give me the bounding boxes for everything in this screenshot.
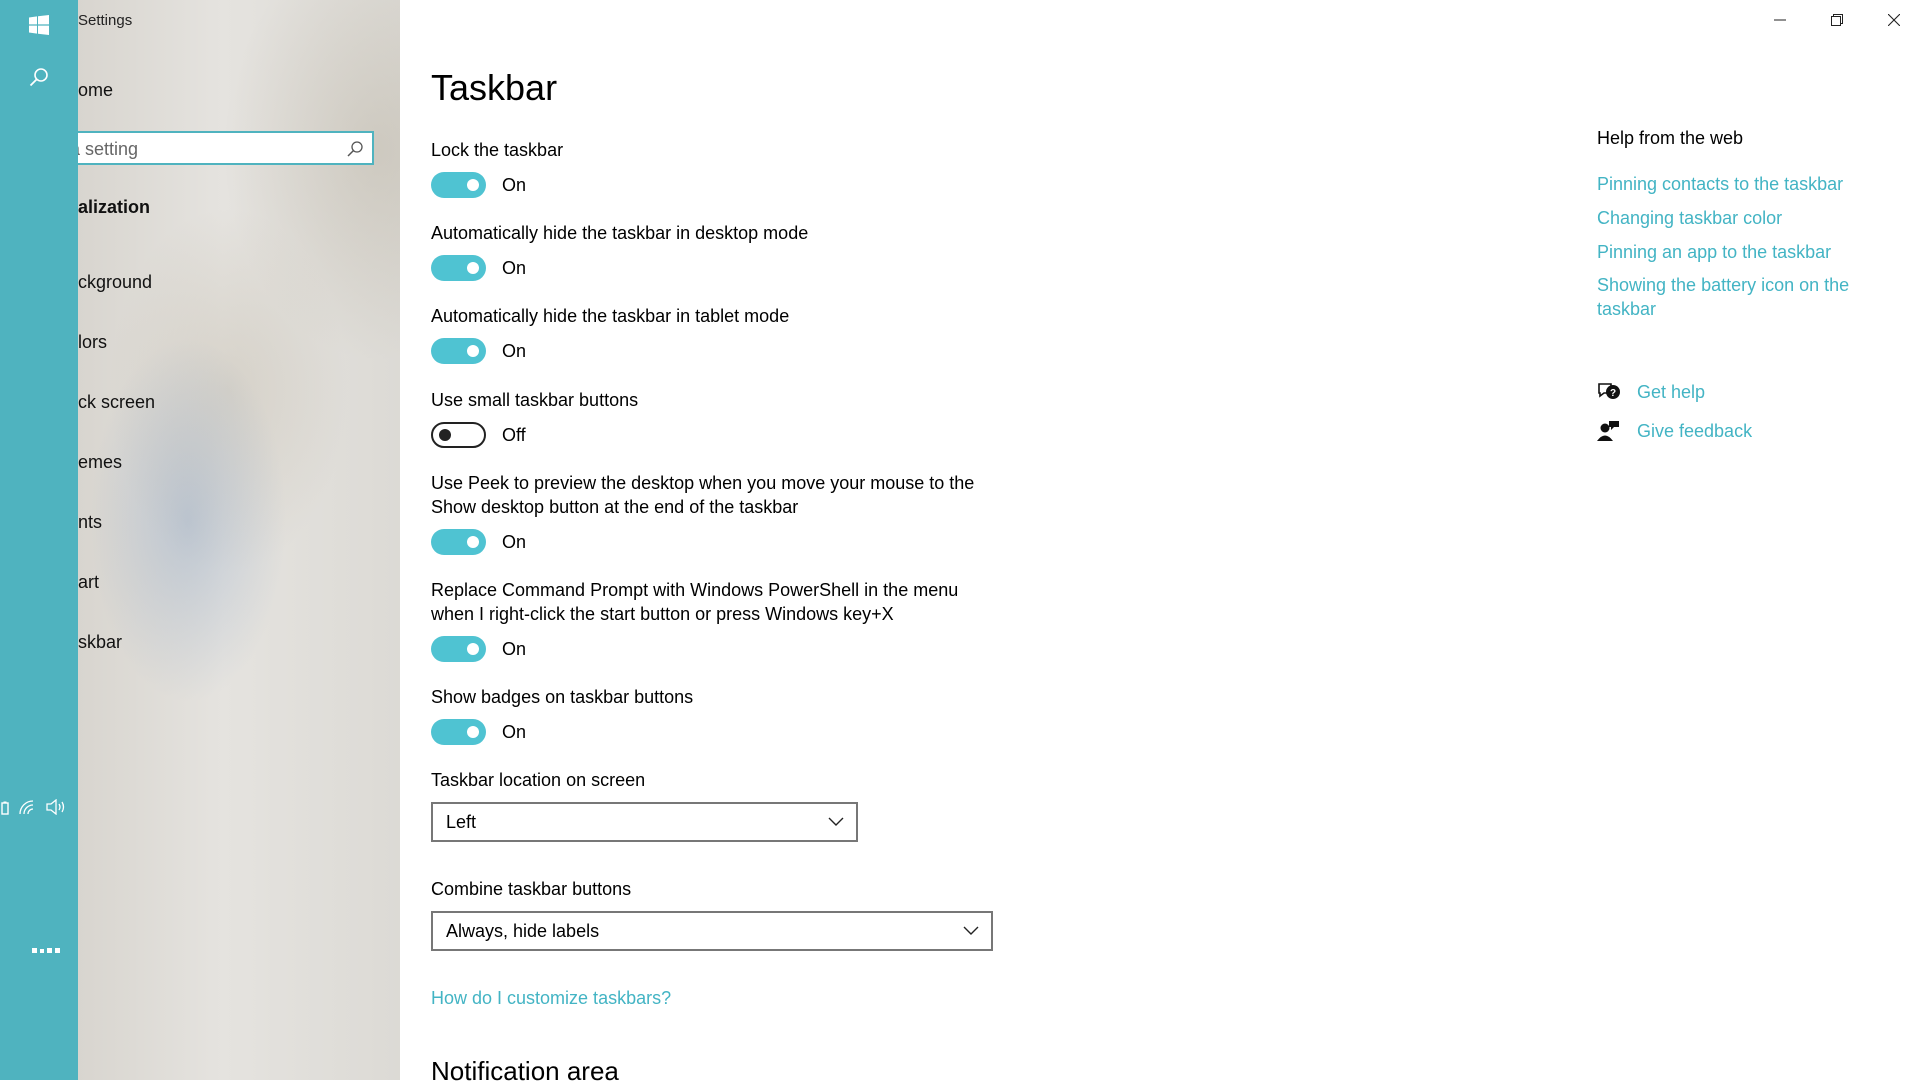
- nav-item-colors[interactable]: lors: [78, 332, 107, 353]
- customize-taskbars-link[interactable]: How do I customize taskbars?: [431, 988, 671, 1009]
- chevron-down-icon: [828, 817, 844, 826]
- search-icon: [29, 68, 48, 87]
- battery-icon: [1, 801, 9, 815]
- notification-area-heading: Notification area: [431, 1056, 619, 1086]
- settings-nav-pane: Settings ome a setting alization ckgroun…: [78, 0, 400, 1080]
- setting-label: Combine taskbar buttons: [431, 879, 632, 899]
- nav-item-start[interactable]: art: [78, 572, 99, 593]
- autohide-tablet-toggle[interactable]: [431, 338, 486, 364]
- windows-logo-icon: [29, 15, 49, 35]
- nav-item-lock-screen[interactable]: ck screen: [78, 392, 155, 413]
- setting-powershell: Replace Command Prompt with Windows Powe…: [431, 578, 991, 662]
- toggle-state: On: [502, 638, 527, 659]
- start-button[interactable]: [24, 12, 54, 38]
- search-icon: [346, 140, 364, 163]
- setting-taskbar-location: Taskbar location on screen Left: [431, 768, 991, 842]
- help-link-pinning-contacts[interactable]: Pinning contacts to the taskbar: [1597, 172, 1867, 196]
- feedback-person-icon: [1597, 421, 1619, 441]
- chat-help-icon: ?: [1598, 383, 1620, 399]
- setting-autohide-tablet: Automatically hide the taskbar in tablet…: [431, 304, 991, 364]
- chevron-down-icon: [963, 926, 979, 935]
- page-title: Taskbar: [431, 67, 558, 108]
- give-feedback-row[interactable]: Give feedback: [1597, 420, 1752, 442]
- show-more-button[interactable]: [28, 940, 68, 960]
- app-title: Settings: [78, 12, 133, 29]
- setting-label: Automatically hide the taskbar in tablet…: [431, 306, 790, 326]
- small-buttons-toggle[interactable]: [431, 422, 486, 448]
- get-help-link[interactable]: Get help: [1637, 382, 1705, 403]
- search-placeholder: a setting: [78, 139, 139, 159]
- restore-icon: [1831, 14, 1843, 26]
- minimize-icon: [1774, 19, 1786, 21]
- setting-label: Show badges on taskbar buttons: [431, 687, 694, 707]
- help-heading: Help from the web: [1597, 128, 1744, 148]
- setting-combine-buttons: Combine taskbar buttons Always, hide lab…: [431, 877, 993, 951]
- powershell-toggle[interactable]: [431, 636, 486, 662]
- setting-small-buttons: Use small taskbar buttons Off: [431, 388, 991, 448]
- nav-item-background[interactable]: ckground: [78, 272, 152, 293]
- restore-button[interactable]: [1814, 8, 1860, 32]
- toggle-state: On: [502, 531, 527, 552]
- setting-label: Use small taskbar buttons: [431, 390, 639, 410]
- toggle-state: Off: [502, 424, 526, 445]
- setting-label: Automatically hide the taskbar in deskto…: [431, 223, 809, 243]
- svg-text:?: ?: [1610, 388, 1616, 399]
- more-dots-icon: [32, 948, 60, 953]
- toggle-state: On: [502, 174, 527, 195]
- setting-label: Use Peek to preview the desktop when you…: [431, 473, 975, 517]
- setting-label: Lock the taskbar: [431, 140, 564, 160]
- nav-home[interactable]: ome: [78, 80, 113, 101]
- help-link-pinning-app[interactable]: Pinning an app to the taskbar: [1597, 240, 1867, 264]
- setting-badges: Show badges on taskbar buttons On: [431, 685, 991, 745]
- autohide-desktop-toggle[interactable]: [431, 255, 486, 281]
- give-feedback-link[interactable]: Give feedback: [1637, 421, 1752, 442]
- setting-peek: Use Peek to preview the desktop when you…: [431, 471, 991, 555]
- nav-item-taskbar[interactable]: skbar: [78, 632, 122, 653]
- tray-network-button[interactable]: [16, 796, 38, 818]
- windows-taskbar: [0, 0, 78, 1080]
- settings-content: Taskbar Lock the taskbar On Automaticall…: [400, 0, 1920, 1086]
- search-input[interactable]: a setting: [78, 131, 374, 165]
- speaker-icon: [46, 799, 65, 815]
- setting-lock-taskbar: Lock the taskbar On: [431, 138, 991, 198]
- get-help-row[interactable]: ? Get help: [1597, 381, 1705, 403]
- nav-section-personalization: alization: [78, 197, 151, 217]
- tray-volume-button[interactable]: [44, 796, 68, 818]
- close-icon: [1888, 14, 1900, 26]
- toggle-state: On: [502, 340, 527, 361]
- dropdown-value: Left: [446, 811, 477, 832]
- tray-battery-button[interactable]: [0, 798, 10, 818]
- setting-autohide-desktop: Automatically hide the taskbar in deskto…: [431, 221, 991, 281]
- search-button[interactable]: [24, 62, 54, 92]
- combine-buttons-dropdown[interactable]: Always, hide labels: [431, 911, 993, 951]
- taskbar-location-dropdown[interactable]: Left: [431, 802, 858, 842]
- peek-toggle[interactable]: [431, 529, 486, 555]
- setting-label: Taskbar location on screen: [431, 770, 646, 790]
- dropdown-value: Always, hide labels: [446, 920, 600, 941]
- lock-taskbar-toggle[interactable]: [431, 172, 486, 198]
- help-link-taskbar-color[interactable]: Changing taskbar color: [1597, 206, 1867, 230]
- toggle-state: On: [502, 257, 527, 278]
- nav-item-fonts[interactable]: nts: [78, 512, 102, 533]
- badges-toggle[interactable]: [431, 719, 486, 745]
- setting-label: Replace Command Prompt with Windows Powe…: [431, 580, 959, 624]
- wifi-icon: [19, 800, 34, 815]
- close-button[interactable]: [1871, 8, 1917, 32]
- nav-item-themes[interactable]: emes: [78, 452, 122, 473]
- help-link-battery-icon[interactable]: Showing the battery icon on the taskbar: [1597, 273, 1867, 321]
- minimize-button[interactable]: [1757, 8, 1803, 32]
- toggle-state: On: [502, 721, 527, 742]
